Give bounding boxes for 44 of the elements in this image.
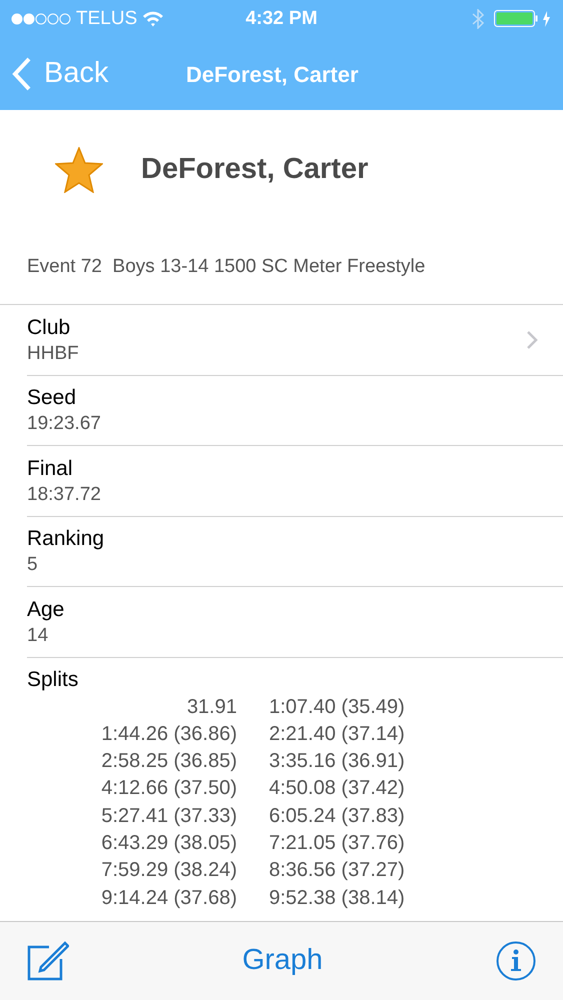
split-time: 6:43.29 (38.05) <box>101 830 237 856</box>
split-time: 3:35.16 (36.91) <box>269 749 405 774</box>
split-time: 7:21.05 (37.76) <box>269 830 405 856</box>
field-value: 18:37.72 <box>27 482 102 507</box>
split-time: 5:27.41 (37.33) <box>101 804 237 829</box>
info-icon[interactable] <box>496 941 536 981</box>
compose-icon[interactable] <box>27 941 69 981</box>
field-value: 19:23.67 <box>27 412 102 436</box>
detail-row[interactable]: Club HHBF <box>27 305 563 376</box>
favorite-star-icon[interactable] <box>55 147 103 193</box>
split-time: 9:52.38 (38.14) <box>269 886 405 911</box>
nav-title: DeForest, Carter <box>186 60 358 88</box>
field-value: 5 <box>27 553 39 578</box>
back-button[interactable]: Back <box>12 52 108 96</box>
back-chevron-icon <box>12 57 32 91</box>
split-time: 31.91 <box>186 694 237 720</box>
split-time: 2:21.40 (37.14) <box>269 722 405 747</box>
split-time: 8:36.56 (37.27) <box>269 858 405 884</box>
carrier-name: TELUS <box>76 6 138 31</box>
graph-button[interactable]: Graph <box>242 939 323 983</box>
battery-icon <box>494 10 552 28</box>
split-time: 7:59.29 (38.24) <box>101 858 237 884</box>
split-time: 4:50.08 (37.42) <box>269 776 405 802</box>
status-time: 4:32 PM <box>246 6 318 31</box>
field-value: 14 <box>27 624 50 648</box>
split-time: 6:05.24 (37.83) <box>269 804 405 829</box>
signal-icon <box>11 13 71 25</box>
bluetooth-icon <box>472 9 484 29</box>
split-time: 1:07.40 (35.49) <box>269 694 405 720</box>
split-time: 4:12.66 (37.50) <box>101 776 237 802</box>
field-label: Age <box>27 596 66 623</box>
field-label: Final <box>27 456 74 482</box>
split-time: 9:14.24 (37.68) <box>101 886 237 911</box>
field-label: Club <box>27 314 72 341</box>
wifi-icon <box>142 11 164 27</box>
split-time: 2:58.25 (36.85) <box>101 749 237 774</box>
field-label: Ranking <box>27 526 106 552</box>
field-label: Seed <box>27 385 78 412</box>
event-title: Event 72 Boys 13-14 1500 SC Meter Freestyle <box>27 254 426 279</box>
disclosure-chevron-icon <box>526 330 538 350</box>
swimmer-name: DeForest, Carter <box>141 152 368 188</box>
splits-label: Splits <box>27 666 80 692</box>
field-value: HHBF <box>27 342 80 366</box>
split-time: 1:44.26 (36.86) <box>101 722 237 747</box>
